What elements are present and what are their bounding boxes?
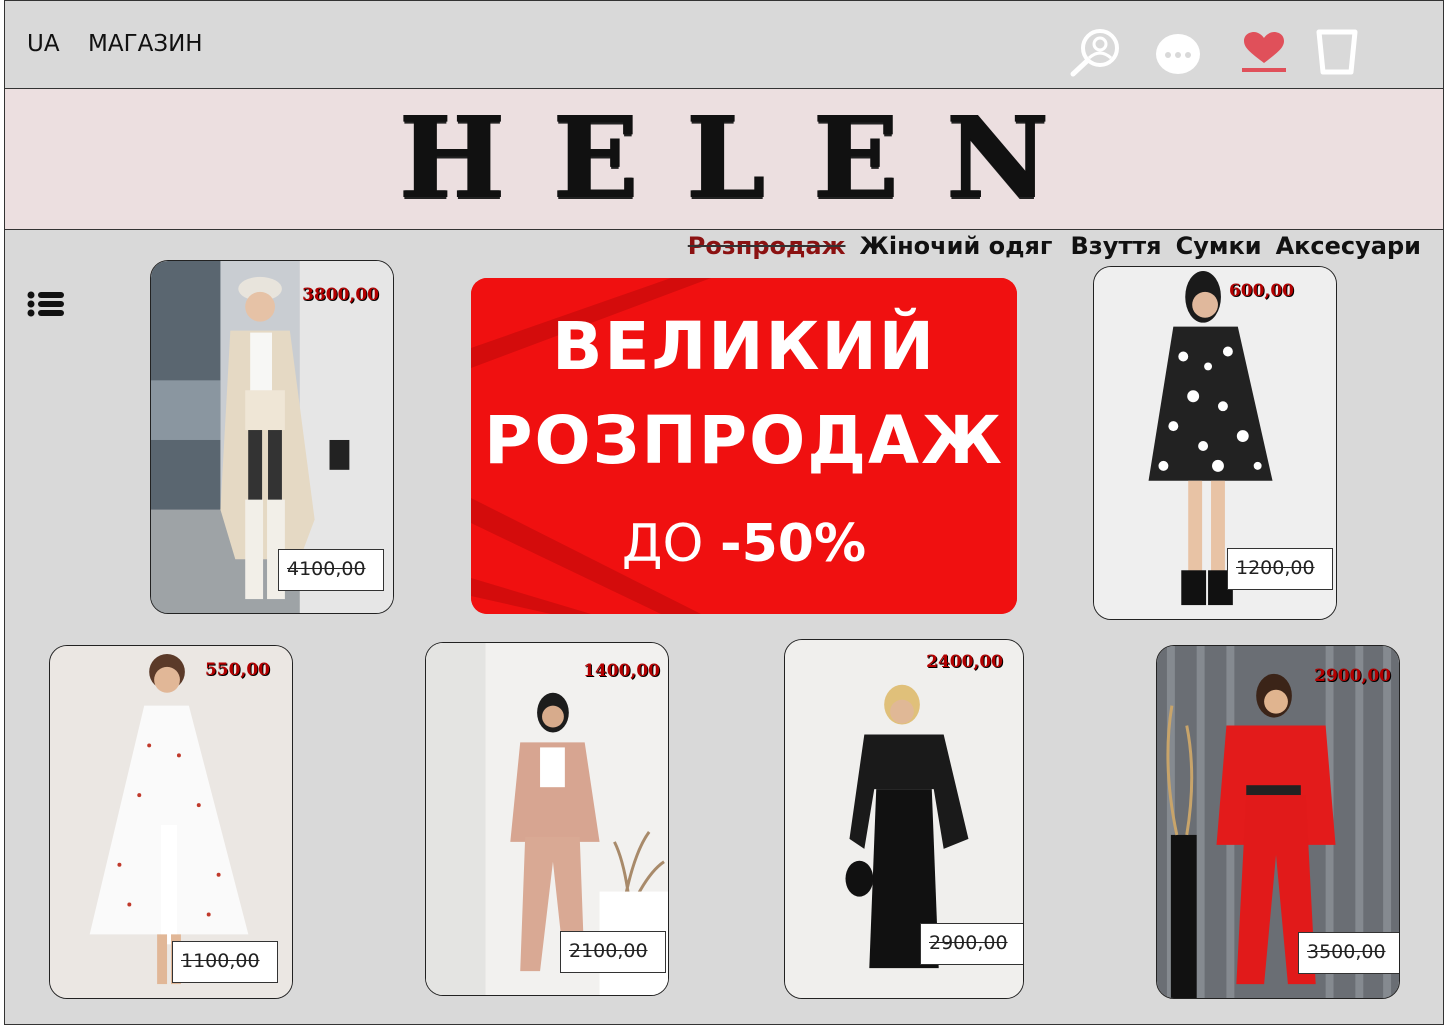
search-user-icon[interactable]: [1069, 27, 1127, 81]
heart-icon[interactable]: [1241, 31, 1287, 77]
product-price: 550,00: [204, 660, 270, 680]
product-card[interactable]: 1400,00 2100,00: [425, 642, 669, 996]
product-card[interactable]: 3800,00 4100,00: [150, 260, 394, 614]
product-price: 1400,00: [583, 661, 660, 681]
banner-line-1: ВЕЛИКИЙ: [552, 308, 936, 385]
product-old-price: 3500,00: [1298, 932, 1399, 974]
product-old-price: 1200,00: [1227, 548, 1333, 590]
banner-discount-value: -50%: [720, 514, 867, 574]
language-switch[interactable]: UA: [27, 31, 60, 57]
product-price: 3800,00: [302, 285, 379, 305]
product-old-price: 2100,00: [560, 931, 666, 973]
product-card[interactable]: 2900,00 3500,00: [1156, 645, 1400, 999]
nav-item-womens-clothing[interactable]: Жіночий одяг: [859, 232, 1052, 260]
banner-discount-prefix: ДО: [621, 514, 704, 574]
chat-icon[interactable]: [1154, 32, 1202, 80]
logo-band: HELEN: [5, 89, 1443, 230]
product-old-price: 2900,00: [920, 923, 1023, 965]
page-frame: UA МАГАЗИН HELEN Розпродаж Жіночий одяг …: [4, 0, 1444, 1025]
product-card[interactable]: 600,00 1200,00: [1093, 266, 1337, 620]
product-price: 2400,00: [926, 652, 1003, 672]
top-bar: UA МАГАЗИН: [5, 1, 1443, 89]
shop-link[interactable]: МАГАЗИН: [88, 31, 203, 57]
nav-item-bags[interactable]: Сумки: [1176, 232, 1262, 260]
brand-logo[interactable]: HELEN: [5, 99, 1443, 219]
product-price: 600,00: [1228, 281, 1294, 301]
nav-item-shoes[interactable]: Взуття: [1070, 232, 1161, 260]
cart-icon[interactable]: [1315, 29, 1359, 79]
nav-item-accessories[interactable]: Аксесуари: [1276, 232, 1421, 260]
product-old-price: 1100,00: [172, 941, 278, 983]
menu-list-icon[interactable]: [27, 291, 65, 321]
sale-banner[interactable]: ВЕЛИКИЙ РОЗПРОДАЖ ДО -50%: [471, 278, 1017, 614]
product-old-price: 4100,00: [278, 549, 384, 591]
category-nav: Розпродаж Жіночий одяг Взуття Сумки Аксе…: [688, 232, 1421, 260]
product-card[interactable]: 550,00 1100,00: [49, 645, 293, 999]
nav-item-sale[interactable]: Розпродаж: [688, 232, 846, 260]
product-price: 2900,00: [1314, 666, 1391, 686]
banner-line-2: РОЗПРОДАЖ: [484, 402, 1004, 479]
product-card[interactable]: 2400,00 2900,00: [784, 639, 1024, 999]
banner-discount: ДО -50%: [471, 514, 1017, 574]
